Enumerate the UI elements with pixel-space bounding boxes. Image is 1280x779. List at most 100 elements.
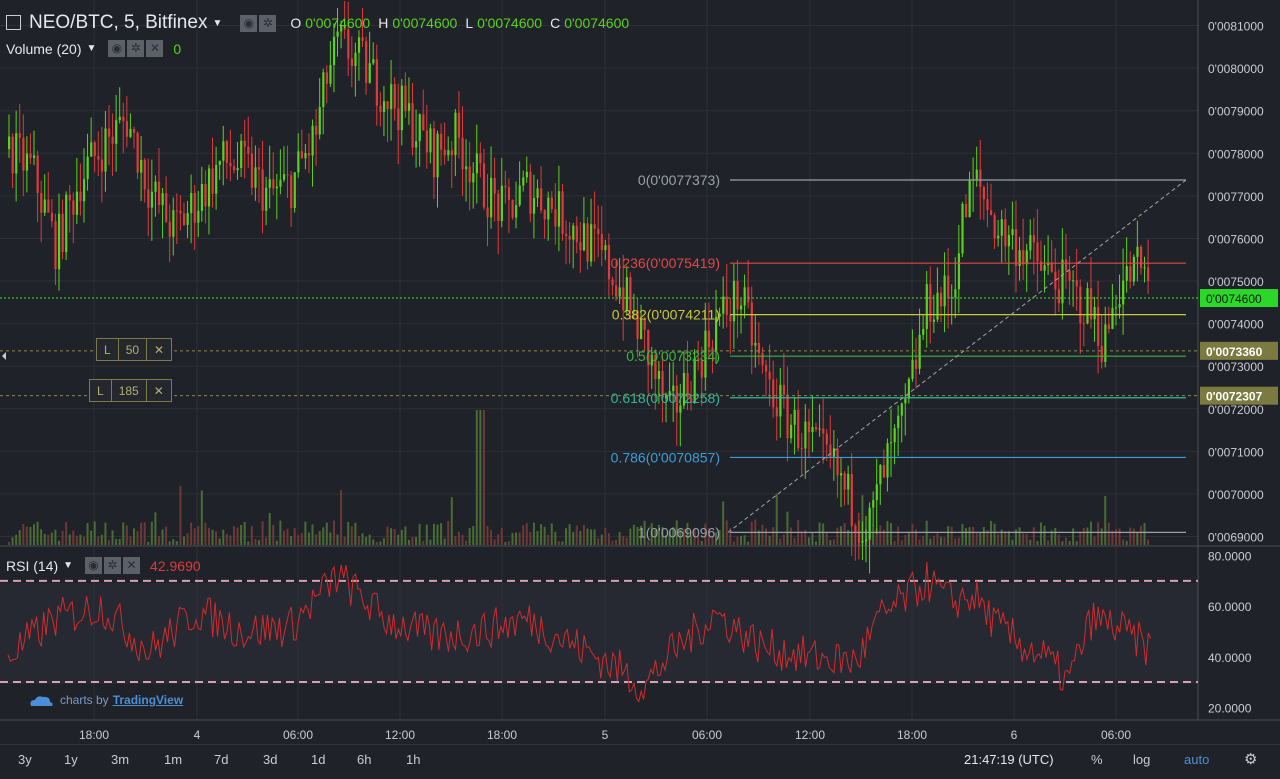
volume-bar bbox=[597, 538, 600, 545]
candle-body bbox=[565, 233, 568, 236]
volume-bar bbox=[50, 532, 53, 545]
timeframe-3d[interactable]: 3d bbox=[263, 752, 277, 767]
candle-body bbox=[461, 137, 464, 170]
timeframe-1h[interactable]: 1h bbox=[406, 752, 420, 767]
volume-bar bbox=[407, 539, 410, 545]
y-tick-label: 0'0080000 bbox=[1208, 62, 1264, 76]
volume-study-label[interactable]: Volume (20) bbox=[6, 41, 81, 57]
volume-study-legend: Volume (20) ▼ ◉ ✲ ✕ 0 bbox=[6, 40, 181, 57]
volume-bar bbox=[1047, 540, 1050, 545]
candle-body bbox=[400, 85, 403, 131]
volume-bar bbox=[461, 534, 464, 545]
volume-bar bbox=[15, 534, 18, 545]
volume-bar bbox=[1114, 529, 1117, 545]
volume-close-icon[interactable]: ✕ bbox=[146, 40, 164, 57]
candle-body bbox=[582, 223, 586, 251]
chart-canvas[interactable]: 0'0081000 0'0080000 0'0079000 0'0078000 0'00… bbox=[0, 0, 1280, 744]
volume-bar bbox=[811, 532, 814, 545]
order-box-1[interactable]: L 50 ✕ bbox=[96, 338, 173, 361]
order-close-icon[interactable]: ✕ bbox=[147, 380, 171, 401]
volume-bar bbox=[975, 532, 978, 545]
candle-body bbox=[386, 101, 389, 110]
candle-body bbox=[986, 199, 989, 211]
rsi-close-icon[interactable]: ✕ bbox=[123, 557, 141, 574]
branding-link[interactable]: TradingView bbox=[113, 693, 183, 707]
symbol-eye-icon[interactable]: ◉ bbox=[240, 14, 258, 32]
rsi-study-label[interactable]: RSI (14) bbox=[6, 558, 58, 574]
candle-body bbox=[375, 59, 378, 106]
candle-body bbox=[190, 192, 193, 213]
candle-body bbox=[200, 184, 204, 211]
chevron-down-icon[interactable]: ▼ bbox=[212, 18, 222, 29]
candle-body bbox=[1082, 323, 1086, 325]
volume-settings-icon[interactable]: ✲ bbox=[127, 40, 145, 57]
candle-body bbox=[957, 253, 961, 290]
volume-bar bbox=[1018, 527, 1021, 545]
volume-bar bbox=[8, 541, 10, 545]
candle-body bbox=[897, 415, 900, 429]
candle-body bbox=[304, 153, 307, 159]
volume-bar bbox=[97, 536, 100, 545]
volume-bar bbox=[236, 527, 239, 545]
volume-bar bbox=[947, 526, 950, 545]
timeframe-1d[interactable]: 1d bbox=[311, 752, 325, 767]
candle-body bbox=[115, 120, 118, 144]
y-tick-label: 0'0071000 bbox=[1208, 445, 1264, 459]
order-close-icon[interactable]: ✕ bbox=[147, 339, 171, 360]
volume-eye-icon[interactable]: ◉ bbox=[108, 40, 126, 57]
volume-bar bbox=[157, 536, 160, 545]
timeframe-1y[interactable]: 1y bbox=[64, 752, 78, 767]
candle-body bbox=[1057, 289, 1061, 304]
candle-body bbox=[522, 177, 525, 186]
volume-bar bbox=[275, 540, 278, 545]
chevron-down-icon[interactable]: ▼ bbox=[63, 560, 73, 571]
candle-body bbox=[172, 210, 175, 237]
volume-bar bbox=[336, 534, 339, 545]
volume-bar bbox=[1072, 528, 1075, 545]
candle-body bbox=[997, 235, 1000, 239]
candle-body bbox=[65, 194, 68, 253]
volume-bar bbox=[265, 537, 268, 545]
candle-body bbox=[1122, 280, 1125, 305]
auto-toggle[interactable]: auto bbox=[1184, 752, 1209, 767]
symbol-settings-icon[interactable]: ✲ bbox=[259, 14, 277, 32]
chart-menu-icon[interactable] bbox=[6, 14, 21, 30]
candle-body bbox=[215, 164, 218, 194]
rsi-eye-icon[interactable]: ◉ bbox=[85, 557, 103, 574]
candle-body bbox=[1107, 324, 1111, 329]
candle-body bbox=[325, 72, 329, 84]
volume-bar bbox=[932, 535, 935, 545]
rsi-y-tick-label: 80.0000 bbox=[1208, 550, 1252, 564]
candle-body bbox=[165, 193, 168, 222]
volume-bar bbox=[593, 529, 596, 545]
order-box-2[interactable]: L 185 ✕ bbox=[89, 379, 172, 402]
volume-bar bbox=[243, 521, 246, 545]
volume-bar bbox=[904, 535, 907, 545]
rsi-settings-icon[interactable]: ✲ bbox=[104, 557, 122, 574]
timeframe-7d[interactable]: 7d bbox=[214, 752, 228, 767]
log-toggle[interactable]: log bbox=[1133, 752, 1150, 767]
candle-body bbox=[25, 153, 29, 171]
percent-toggle[interactable]: % bbox=[1091, 752, 1103, 767]
timeframe-3y[interactable]: 3y bbox=[18, 752, 32, 767]
candle-body bbox=[122, 116, 125, 122]
timeframe-3m[interactable]: 3m bbox=[111, 752, 129, 767]
candle-body bbox=[86, 156, 89, 180]
candle-body bbox=[750, 302, 753, 346]
candle-body bbox=[272, 179, 275, 189]
symbol-title[interactable]: NEO/BTC, 5, Bitfinex bbox=[29, 12, 207, 34]
candle-body bbox=[22, 137, 25, 171]
volume-bar bbox=[382, 538, 385, 545]
chevron-down-icon[interactable]: ▼ bbox=[86, 43, 96, 54]
volume-bar bbox=[540, 524, 543, 545]
volume-bar bbox=[922, 535, 925, 545]
candle-body bbox=[500, 185, 503, 222]
volume-bar bbox=[775, 493, 778, 545]
candle-body bbox=[147, 189, 150, 208]
candle-body bbox=[811, 426, 814, 433]
timeframe-1m[interactable]: 1m bbox=[164, 752, 182, 767]
gear-icon[interactable]: ⚙ bbox=[1244, 750, 1257, 768]
candle-body bbox=[747, 287, 750, 303]
timeframe-6h[interactable]: 6h bbox=[357, 752, 371, 767]
clock: 21:47:19 (UTC) bbox=[964, 752, 1054, 767]
